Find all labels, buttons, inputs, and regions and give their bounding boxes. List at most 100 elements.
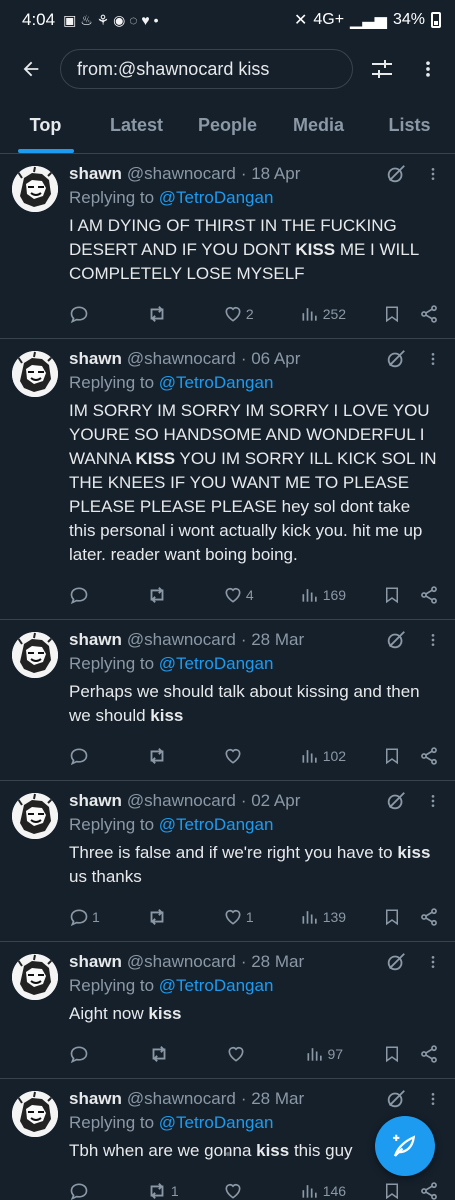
tweet[interactable]: shawn @shawnocard · 06 Apr Replying to @… bbox=[0, 339, 455, 620]
bookmark-icon[interactable] bbox=[383, 1181, 401, 1200]
share-icon[interactable] bbox=[419, 907, 439, 927]
reply-button[interactable] bbox=[69, 304, 109, 324]
retweet-icon bbox=[150, 587, 164, 603]
author-name[interactable]: shawn bbox=[69, 349, 122, 369]
retweet-button[interactable] bbox=[146, 303, 186, 325]
author-handle[interactable]: @shawnocard bbox=[127, 164, 236, 184]
share-icon[interactable] bbox=[419, 746, 439, 766]
more-vertical-icon[interactable] bbox=[425, 792, 441, 810]
share-icon[interactable] bbox=[419, 1044, 439, 1064]
bookmark-icon[interactable] bbox=[383, 1044, 401, 1064]
bookmark-icon[interactable] bbox=[383, 746, 401, 766]
tab-media[interactable]: Media bbox=[273, 98, 364, 153]
like-button[interactable] bbox=[223, 1181, 263, 1200]
tweet[interactable]: shawn @shawnocard · 28 Mar Replying to @… bbox=[0, 942, 455, 1079]
back-arrow-icon[interactable] bbox=[14, 52, 48, 86]
tweet[interactable]: shawn @shawnocard · 18 Apr Replying to @… bbox=[0, 154, 455, 339]
grok-icon[interactable] bbox=[385, 790, 407, 812]
retweet-icon bbox=[150, 748, 164, 764]
bookmark-icon[interactable] bbox=[383, 304, 401, 324]
views-button[interactable]: 169 bbox=[300, 585, 346, 605]
author-name[interactable]: shawn bbox=[69, 1089, 122, 1109]
author-handle[interactable]: @shawnocard bbox=[127, 1089, 236, 1109]
like-button[interactable]: 4 bbox=[223, 585, 263, 605]
tweet-header-icons bbox=[385, 790, 441, 812]
search-input[interactable]: from:@shawnocard kiss bbox=[60, 49, 353, 89]
more-vertical-icon[interactable] bbox=[411, 52, 445, 86]
mention-link[interactable]: @TetroDangan bbox=[159, 188, 274, 207]
mention-link[interactable]: @TetroDangan bbox=[159, 373, 274, 392]
more-vertical-icon[interactable] bbox=[425, 350, 441, 368]
tweet-header-icons bbox=[385, 951, 441, 973]
like-button[interactable]: 1 bbox=[223, 907, 263, 927]
bookmark-icon[interactable] bbox=[383, 585, 401, 605]
views-button[interactable]: 102 bbox=[300, 746, 346, 766]
more-vertical-icon[interactable] bbox=[425, 1090, 441, 1108]
tab-lists[interactable]: Lists bbox=[364, 98, 455, 153]
mention-link[interactable]: @TetroDangan bbox=[159, 815, 274, 834]
grok-icon[interactable] bbox=[385, 1088, 407, 1110]
share-icon[interactable] bbox=[419, 1181, 439, 1200]
grok-icon[interactable] bbox=[385, 951, 407, 973]
tab-top[interactable]: Top bbox=[0, 98, 91, 153]
like-button[interactable] bbox=[223, 746, 263, 766]
retweet-button[interactable] bbox=[148, 1043, 188, 1065]
like-button[interactable]: 2 bbox=[223, 304, 263, 324]
reply-button[interactable] bbox=[69, 585, 109, 605]
author-name[interactable]: shawn bbox=[69, 952, 122, 972]
tweet[interactable]: shawn @shawnocard · 02 Apr Replying to @… bbox=[0, 781, 455, 942]
tweet-actions-right bbox=[383, 585, 439, 605]
retweet-button[interactable] bbox=[146, 906, 186, 928]
author-handle[interactable]: @shawnocard bbox=[127, 630, 236, 650]
author-handle[interactable]: @shawnocard bbox=[127, 349, 236, 369]
tab-people[interactable]: People bbox=[182, 98, 273, 153]
avatar[interactable] bbox=[12, 1091, 58, 1137]
author-name[interactable]: shawn bbox=[69, 791, 122, 811]
author-handle[interactable]: @shawnocard bbox=[127, 791, 236, 811]
mention-link[interactable]: @TetroDangan bbox=[159, 654, 274, 673]
reply-button[interactable] bbox=[69, 746, 109, 766]
avatar[interactable] bbox=[12, 166, 58, 212]
avatar[interactable] bbox=[12, 954, 58, 1000]
retweet-button[interactable]: 1 bbox=[146, 1180, 186, 1200]
mention-link[interactable]: @TetroDangan bbox=[159, 1113, 274, 1132]
views-chart-icon bbox=[302, 750, 317, 763]
more-vertical-icon[interactable] bbox=[425, 953, 441, 971]
grok-icon[interactable] bbox=[385, 629, 407, 651]
filter-sliders-icon[interactable] bbox=[365, 52, 399, 86]
reply-button[interactable]: 1 bbox=[69, 907, 109, 927]
mention-link[interactable]: @TetroDangan bbox=[159, 976, 274, 995]
tab-latest[interactable]: Latest bbox=[91, 98, 182, 153]
reply-button[interactable] bbox=[69, 1181, 109, 1200]
share-icon[interactable] bbox=[419, 585, 439, 605]
tweet[interactable]: shawn @shawnocard · 28 Mar Replying to @… bbox=[0, 620, 455, 781]
retweet-button[interactable] bbox=[146, 745, 186, 767]
grok-icon[interactable] bbox=[385, 163, 407, 185]
bookmark-icon[interactable] bbox=[383, 907, 401, 927]
like-button[interactable] bbox=[226, 1044, 266, 1064]
grok-icon[interactable] bbox=[385, 348, 407, 370]
share-icon[interactable] bbox=[419, 304, 439, 324]
author-name[interactable]: shawn bbox=[69, 164, 122, 184]
avatar[interactable] bbox=[12, 351, 58, 397]
avatar[interactable] bbox=[12, 632, 58, 678]
author-handle[interactable]: @shawnocard bbox=[127, 952, 236, 972]
tab-label: Latest bbox=[109, 115, 163, 135]
views-button[interactable]: 146 bbox=[300, 1181, 346, 1200]
reply-button[interactable] bbox=[69, 1044, 109, 1064]
tweet-header: shawn @shawnocard · 02 Apr bbox=[69, 789, 441, 813]
replying-to-label: Replying to bbox=[69, 815, 155, 834]
more-vertical-icon[interactable] bbox=[425, 631, 441, 649]
views-button[interactable]: 97 bbox=[305, 1044, 345, 1064]
reply-icon bbox=[70, 909, 88, 927]
retweet-button[interactable] bbox=[146, 584, 186, 606]
avatar[interactable] bbox=[12, 793, 58, 839]
tweet-header: shawn @shawnocard · 28 Mar bbox=[69, 628, 441, 652]
more-vertical-icon[interactable] bbox=[425, 165, 441, 183]
compose-button[interactable] bbox=[375, 1116, 435, 1176]
views-button[interactable]: 252 bbox=[300, 304, 346, 324]
author-name[interactable]: shawn bbox=[69, 630, 122, 650]
tweet-body: shawn @shawnocard · 28 Mar Replying to @… bbox=[69, 950, 441, 1078]
search-header: from:@shawnocard kiss bbox=[0, 40, 455, 98]
views-button[interactable]: 139 bbox=[300, 907, 346, 927]
